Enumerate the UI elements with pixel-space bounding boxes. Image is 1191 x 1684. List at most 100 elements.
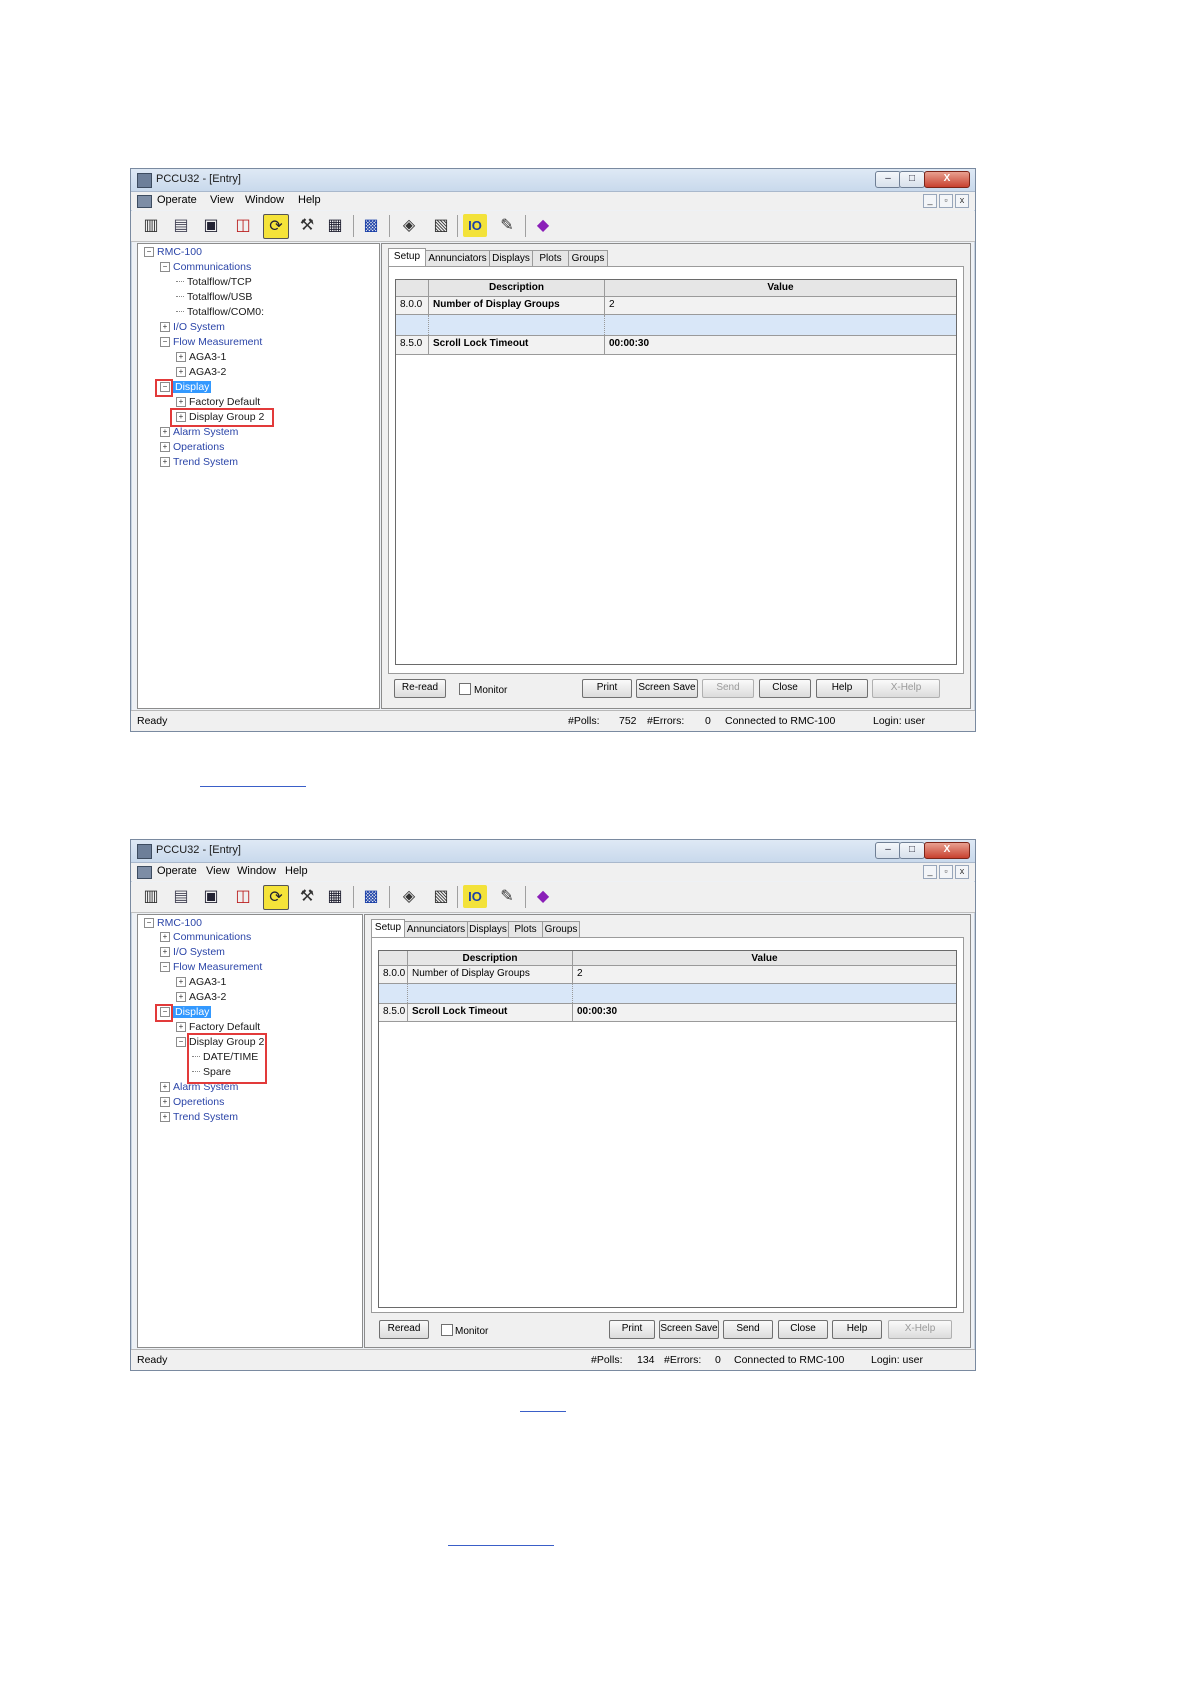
expand-icon[interactable]: +	[176, 977, 186, 987]
setup-tool-icon[interactable]: ✎	[495, 885, 519, 908]
print-button[interactable]: Print	[609, 1320, 655, 1339]
minimize-button[interactable]: –	[875, 842, 901, 859]
hyperlink-underline[interactable]	[448, 1545, 554, 1546]
menu-window[interactable]: Window	[245, 194, 284, 206]
tree-item-aga3-1[interactable]: + AGA3-1	[176, 976, 226, 990]
tree-item-trend-system[interactable]: + Trend System	[160, 456, 238, 470]
minimize-button[interactable]: –	[875, 171, 901, 188]
xhelp-button[interactable]: X-Help	[872, 679, 940, 698]
cone-icon[interactable]: ◈	[397, 885, 421, 908]
tab-plots[interactable]: Plots	[508, 921, 543, 937]
table-row[interactable]: 8.0.0 Number of Display Groups 2	[379, 966, 956, 984]
send-button[interactable]: Send	[702, 679, 754, 698]
reread-button[interactable]: Re-read	[394, 679, 446, 698]
table-row[interactable]: 8.5.0 Scroll Lock Timeout 00:00:30	[396, 336, 956, 355]
expand-icon[interactable]: +	[176, 352, 186, 362]
print-button[interactable]: Print	[582, 679, 632, 698]
monitor-checkbox[interactable]	[459, 683, 471, 695]
document-icon[interactable]: ◫	[231, 885, 255, 908]
tree-item-operations[interactable]: + Operetions	[160, 1096, 224, 1110]
tree-item-tcp[interactable]: Totalflow/TCP	[176, 276, 252, 290]
collect-icon[interactable]: ▤	[169, 214, 193, 237]
tree-item-aga3-1[interactable]: + AGA3-1	[176, 351, 226, 365]
tree-item-operations[interactable]: + Operations	[160, 441, 224, 455]
tree-item-communications[interactable]: − Communications	[160, 261, 251, 275]
screen-save-button[interactable]: Screen Save	[659, 1320, 719, 1339]
tree-item-usb[interactable]: Totalflow/USB	[176, 291, 252, 305]
archive-icon[interactable]: ▧	[429, 214, 453, 237]
collapse-icon[interactable]: −	[144, 247, 154, 257]
table-row[interactable]: 8.5.0 Scroll Lock Timeout 00:00:30	[379, 1004, 956, 1022]
collapse-icon[interactable]: −	[176, 1037, 186, 1047]
modbus-icon[interactable]: ▩	[359, 214, 383, 237]
archive-icon[interactable]: ▧	[429, 885, 453, 908]
collapse-icon[interactable]: −	[160, 262, 170, 272]
help-button[interactable]: Help	[832, 1320, 882, 1339]
refresh-icon[interactable]: ⟳	[263, 885, 289, 910]
expand-icon[interactable]: +	[160, 322, 170, 332]
expand-icon[interactable]: +	[176, 1022, 186, 1032]
expand-icon[interactable]: +	[160, 457, 170, 467]
tree-item-aga3-2[interactable]: + AGA3-2	[176, 366, 226, 380]
menu-operate[interactable]: Operate	[157, 865, 197, 877]
mdi-restore-button[interactable]: ▫	[939, 865, 953, 879]
help-button[interactable]: Help	[816, 679, 868, 698]
cone-icon[interactable]: ◈	[397, 214, 421, 237]
book-icon[interactable]: ◆	[531, 214, 555, 237]
tree-item-io-system[interactable]: + I/O System	[160, 321, 225, 335]
menu-help[interactable]: Help	[298, 194, 321, 206]
close-button[interactable]: Close	[759, 679, 811, 698]
reread-button[interactable]: Reread	[379, 1320, 429, 1339]
monitor-checkbox[interactable]	[441, 1324, 453, 1336]
folder-icon[interactable]: ▣	[199, 214, 223, 237]
tab-setup[interactable]: Setup	[388, 248, 426, 266]
tab-annunciators[interactable]: Annunciators	[425, 250, 490, 266]
expand-icon[interactable]: +	[160, 932, 170, 942]
screen-save-button[interactable]: Screen Save	[636, 679, 698, 698]
expand-icon[interactable]: +	[160, 1097, 170, 1107]
document-icon[interactable]: ◫	[231, 214, 255, 237]
tab-groups[interactable]: Groups	[568, 250, 608, 266]
refresh-icon[interactable]: ⟳	[263, 214, 289, 239]
expand-icon[interactable]: +	[160, 427, 170, 437]
mdi-close-button[interactable]: x	[955, 194, 969, 208]
tree-item-alarm-system[interactable]: + Alarm System	[160, 426, 238, 440]
collapse-icon[interactable]: −	[160, 337, 170, 347]
expand-icon[interactable]: +	[176, 397, 186, 407]
setup-tool-icon[interactable]: ✎	[495, 214, 519, 237]
tab-displays[interactable]: Displays	[489, 250, 533, 266]
xhelp-button[interactable]: X-Help	[888, 1320, 952, 1339]
hyperlink-underline[interactable]	[200, 786, 306, 787]
tab-plots[interactable]: Plots	[532, 250, 569, 266]
close-window-button[interactable]: X	[924, 842, 970, 859]
menu-help[interactable]: Help	[285, 865, 308, 877]
modbus-icon[interactable]: ▩	[359, 885, 383, 908]
tree-item-aga3-2[interactable]: + AGA3-2	[176, 991, 226, 1005]
mdi-restore-button[interactable]: ▫	[939, 194, 953, 208]
collect-icon[interactable]: ▤	[169, 885, 193, 908]
entry-icon[interactable]: ▥	[139, 214, 163, 237]
setup-icon[interactable]: ▦	[323, 885, 347, 908]
table-row[interactable]: 8.0.0 Number of Display Groups 2	[396, 297, 956, 315]
tree-root[interactable]: − RMC-100	[144, 246, 202, 260]
folder-icon[interactable]: ▣	[199, 885, 223, 908]
expand-icon[interactable]: +	[160, 1112, 170, 1122]
mdi-minimize-button[interactable]: _	[923, 865, 937, 879]
io-icon[interactable]: IO	[463, 214, 487, 237]
expand-icon[interactable]: +	[160, 442, 170, 452]
collapse-icon[interactable]: −	[160, 962, 170, 972]
tree-root[interactable]: − RMC-100	[144, 917, 202, 931]
menu-window[interactable]: Window	[237, 865, 276, 877]
tree-item-flow-measurement[interactable]: − Flow Measurement	[160, 336, 262, 350]
io-icon[interactable]: IO	[463, 885, 487, 908]
close-window-button[interactable]: X	[924, 171, 970, 188]
book-icon[interactable]: ◆	[531, 885, 555, 908]
hyperlink-underline[interactable]	[520, 1411, 566, 1412]
expand-icon[interactable]: +	[160, 1082, 170, 1092]
tab-displays[interactable]: Displays	[467, 921, 509, 937]
collapse-icon[interactable]: −	[144, 918, 154, 928]
tab-annunciators[interactable]: Annunciators	[404, 921, 468, 937]
close-button[interactable]: Close	[778, 1320, 828, 1339]
table-row[interactable]	[396, 315, 956, 336]
expand-icon[interactable]: +	[160, 947, 170, 957]
